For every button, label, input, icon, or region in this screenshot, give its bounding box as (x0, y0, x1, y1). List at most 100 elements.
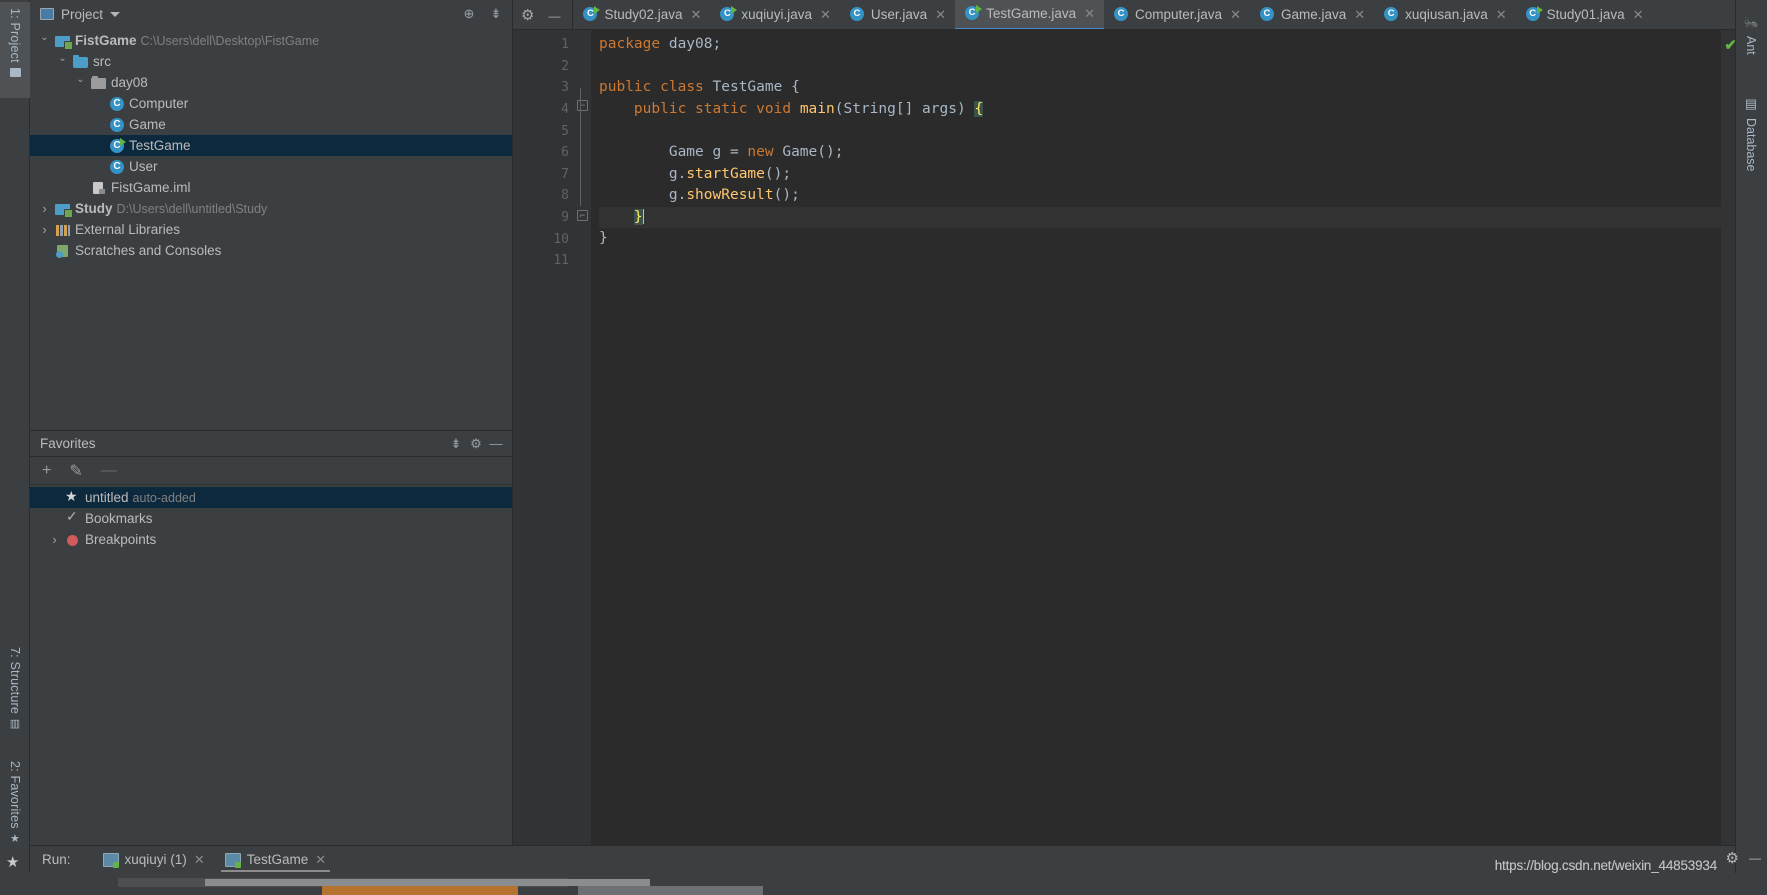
close-icon[interactable]: ✕ (691, 7, 702, 23)
sidebar-item-project[interactable]: 1: Project (0, 2, 30, 98)
gear-icon[interactable]: ⚙ (466, 434, 486, 454)
favorites-item-breakpoints[interactable]: Breakpoints (30, 529, 512, 550)
tab-user-java[interactable]: User.java ✕ (840, 0, 955, 29)
tab-testgame-java[interactable]: TestGame.java ✕ (955, 0, 1105, 29)
code-line: Game g = new Game(); (599, 143, 844, 160)
close-icon[interactable]: ✕ (1230, 7, 1241, 23)
code-line: g.startGame(); (599, 165, 792, 182)
line-number: 6 (561, 145, 569, 161)
favorites-tool-window: Favorites ⇟ ⚙ — + ✎ — untitledauto-added… (30, 430, 513, 845)
watermark-text: https://blog.csdn.net/weixin_44853934 ht… (1495, 858, 1717, 873)
status-bar (0, 873, 1767, 895)
error-stripe-gutter[interactable]: ✔ (1721, 30, 1737, 845)
close-icon[interactable]: ✕ (1633, 7, 1644, 23)
close-icon[interactable]: ✕ (820, 7, 831, 23)
tree-node-game[interactable]: Game (30, 114, 512, 135)
collapse-all-icon[interactable]: ⇟ (446, 434, 466, 454)
tab-computer-java[interactable]: Computer.java ✕ (1104, 0, 1250, 29)
line-number: 1 (561, 37, 569, 53)
code-line: public static void main(String[] args) { (633, 100, 984, 117)
hide-icon[interactable] (548, 7, 560, 23)
close-icon[interactable]: ✕ (1354, 7, 1365, 23)
ant-tab-label: Ant (1744, 36, 1758, 55)
line-number: 11 (553, 253, 569, 269)
gear-icon[interactable]: ⚙ (1726, 849, 1739, 867)
favorites-item-label: untitled (85, 490, 129, 505)
fold-end-icon[interactable]: ⌐ (577, 210, 588, 221)
settings-gear-icon[interactable] (521, 6, 534, 24)
sidebar-item-database[interactable]: ▤ Database (1735, 90, 1767, 198)
run-label: Run: (42, 852, 71, 867)
favorites-star-icon[interactable]: ★ (6, 853, 19, 871)
tree-node-testgame[interactable]: TestGame (30, 135, 512, 156)
code-method: startGame (686, 165, 765, 182)
minimize-icon[interactable]: — (1749, 851, 1761, 865)
code-line: g.showResult(); (599, 187, 800, 204)
tree-node-study[interactable]: StudyD:\Users\dell\untitled\Study (30, 198, 512, 219)
hide-icon[interactable]: — (486, 434, 506, 454)
chevron-open-icon[interactable] (38, 35, 51, 46)
chevron-closed-icon[interactable] (38, 222, 51, 237)
editor-area: Study02.java✕xuqiuyi.java✕User.java✕Test… (513, 0, 1737, 845)
edit-icon[interactable]: ✎ (69, 461, 82, 481)
class-icon (1114, 7, 1129, 22)
chevron-closed-icon[interactable] (38, 201, 51, 216)
tab-game-java[interactable]: Game.java ✕ (1250, 0, 1374, 29)
tree-node-label: src (93, 54, 111, 69)
tree-node-external-libraries[interactable]: External Libraries (30, 219, 512, 240)
class-runnable-icon (583, 6, 601, 22)
close-icon[interactable]: ✕ (1084, 6, 1095, 22)
close-icon[interactable]: ✕ (315, 852, 326, 868)
code-text[interactable]: package day08; public class TestGame { pu… (591, 30, 1735, 845)
iml-file-icon (91, 180, 107, 196)
sidebar-item-favorites[interactable]: 2: Favorites ★ (0, 755, 30, 863)
code-editor[interactable]: 1 2 3 4 5 6 7 8 9 10 11 − ⌐ package day08; public c… (513, 30, 1737, 845)
favorites-item-bookmarks[interactable]: Bookmarks (30, 508, 512, 529)
fold-icon[interactable]: − (577, 100, 588, 111)
tab-study02-java[interactable]: Study02.java ✕ (573, 0, 710, 29)
tab-label: TestGame.java (986, 6, 1077, 21)
class-icon (1259, 7, 1275, 22)
sidebar-item-structure[interactable]: 7: Structure ▥ (0, 641, 30, 745)
add-icon[interactable]: + (42, 462, 51, 480)
tree-node-fistgame-iml[interactable]: FistGame.iml (30, 177, 512, 198)
tree-node-fistgame[interactable]: FistGameC:\Users\dell\Desktop\FistGame (30, 30, 512, 51)
collapse-all-icon[interactable]: ⇟ (486, 4, 506, 24)
run-tab-xuqiuyi-1-[interactable]: xuqiuyi (1) ✕ (93, 846, 215, 874)
tab-xuqiusan-java[interactable]: xuqiusan.java ✕ (1374, 0, 1515, 29)
status-decoration-4 (578, 886, 763, 895)
status-decoration-2 (205, 879, 650, 886)
run-tab-testgame[interactable]: TestGame ✕ (215, 846, 336, 874)
line-number: 7 (561, 166, 569, 182)
favorites-item-untitled[interactable]: untitledauto-added (30, 487, 512, 508)
chevron-open-icon[interactable] (56, 56, 69, 67)
favorites-title: Favorites (40, 436, 96, 451)
sidebar-item-ant[interactable]: 🐜 Ant (1735, 10, 1767, 80)
tab-study01-java[interactable]: Study01.java ✕ (1516, 0, 1653, 29)
close-icon[interactable]: ✕ (935, 7, 946, 23)
star-icon: ★ (9, 832, 21, 845)
tree-node-computer[interactable]: Computer (30, 93, 512, 114)
chevron-down-icon[interactable] (110, 11, 121, 17)
locate-icon[interactable]: ⊕ (459, 4, 479, 24)
tree-node-scratches-and-consoles[interactable]: Scratches and Consoles (30, 240, 512, 261)
favorites-tab-label: 2: Favorites (8, 761, 22, 829)
tree-node-src[interactable]: src (30, 51, 512, 72)
close-icon[interactable]: ✕ (1496, 7, 1507, 23)
chevron-open-icon[interactable] (74, 77, 87, 88)
tab-xuqiuyi-java[interactable]: xuqiuyi.java ✕ (710, 0, 839, 29)
favorites-tree: untitledauto-added Bookmarks Breakpoints (30, 485, 512, 550)
chevron-right-icon[interactable] (48, 532, 61, 547)
favorites-panel-header: Favorites ⇟ ⚙ — (30, 431, 512, 457)
tab-label: xuqiusan.java (1405, 7, 1488, 22)
tab-label: Computer.java (1135, 7, 1223, 22)
favorites-item-note: auto-added (132, 490, 196, 505)
code-folding-gutter[interactable]: − ⌐ (575, 30, 591, 845)
tree-node-label: Game (129, 117, 166, 132)
code-line: public class TestGame { (599, 79, 800, 96)
close-icon[interactable]: ✕ (194, 852, 205, 868)
tree-node-day08[interactable]: day08 (30, 72, 512, 93)
line-number: 5 (561, 123, 569, 139)
tree-node-user[interactable]: User (30, 156, 512, 177)
